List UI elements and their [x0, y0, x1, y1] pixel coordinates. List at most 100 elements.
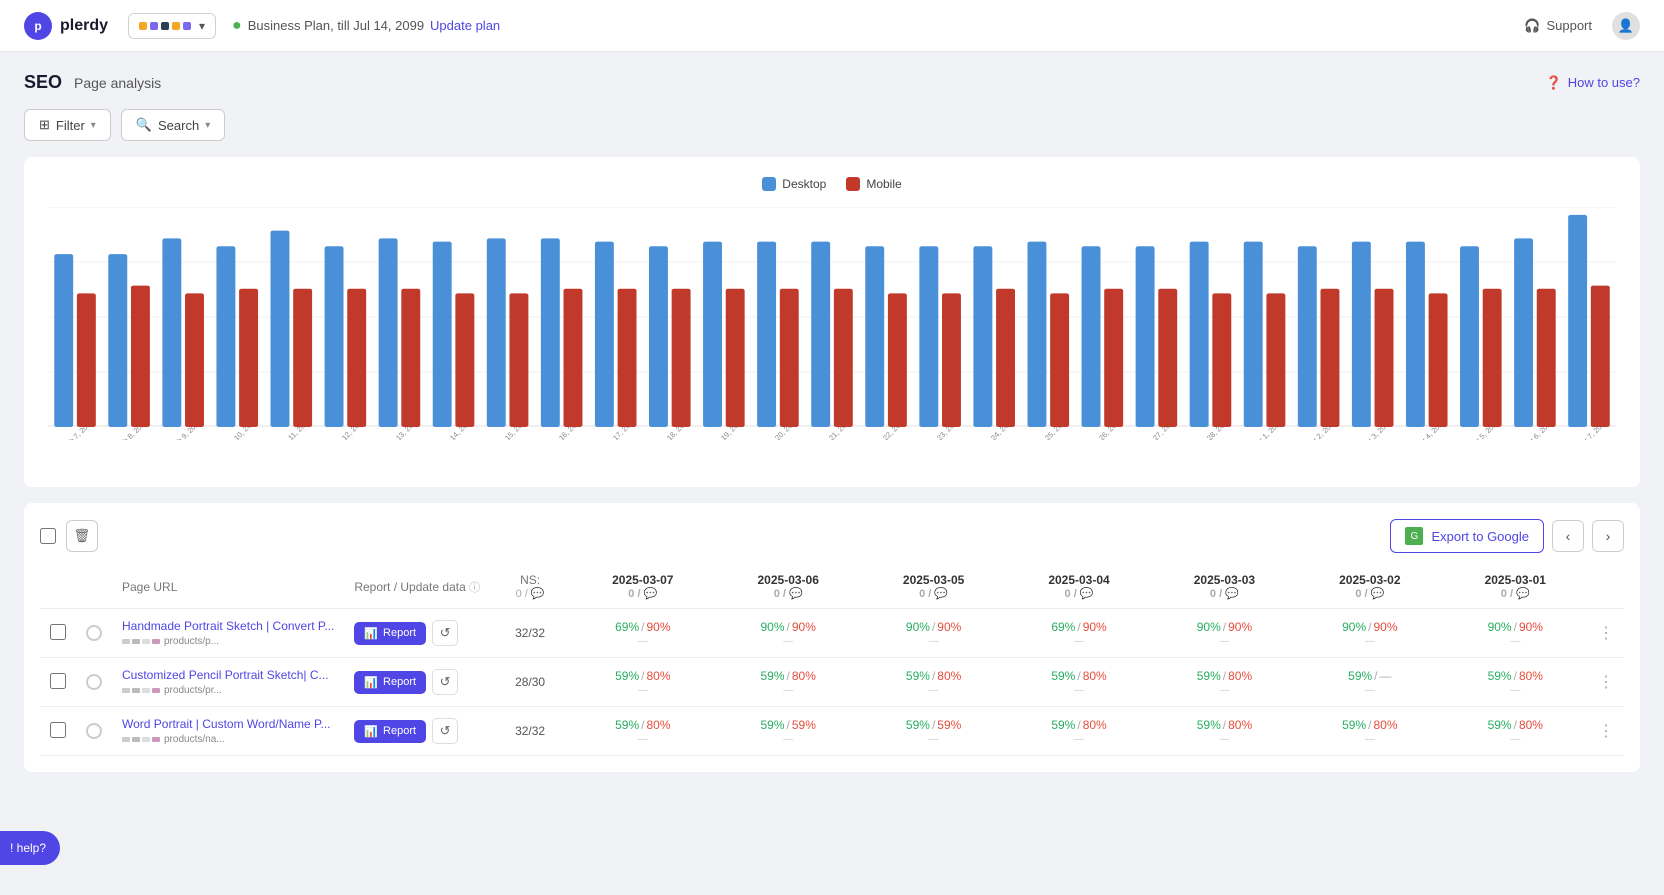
help-button[interactable]: ! help?	[0, 831, 60, 865]
x-axis-label: Feb 21, 2025	[813, 427, 858, 440]
chart-icon: 📊	[364, 676, 378, 689]
main-content: SEO Page analysis ❓ How to use? ⊞ Filter…	[0, 52, 1664, 792]
chart-legend: Desktop Mobile	[48, 177, 1616, 191]
score-cell-3: 59% / 80% —	[1006, 707, 1151, 756]
score-sub-pair: —	[1162, 734, 1287, 745]
plan-selector[interactable]: ▾	[128, 13, 216, 39]
row-checkbox[interactable]	[50, 722, 66, 738]
desktop-score: 59%	[1488, 718, 1512, 732]
score-pair: 90% / 90%	[726, 620, 851, 634]
col-ns: NS: 0 / 💬	[490, 565, 570, 609]
score-sub-pair: —	[1453, 734, 1578, 745]
mobile-checkbox[interactable]	[846, 177, 860, 191]
mobile-score: 80%	[646, 669, 670, 683]
user-icon: 👤	[1618, 18, 1634, 34]
score-cell-6: 90% / 90% —	[1443, 609, 1588, 658]
score-cell-4: 90% / 90% —	[1152, 609, 1297, 658]
refresh-icon: ↺	[440, 723, 451, 739]
score-sub-pair: —	[726, 636, 851, 647]
url-path: products/na...	[164, 734, 225, 745]
score-cell-1: 59% / 59% —	[716, 707, 861, 756]
how-to-use-button[interactable]: ❓ How to use?	[1546, 75, 1640, 91]
row-status-icon	[86, 674, 102, 690]
row-checkbox[interactable]	[50, 673, 66, 689]
table-toolbar-right: G Export to Google ‹ ›	[1390, 519, 1624, 553]
row-status-icon	[86, 723, 102, 739]
refresh-button[interactable]: ↺	[432, 718, 458, 744]
x-axis-label: Feb 26, 2025	[1083, 427, 1128, 440]
x-axis-label: Feb 9, 2025	[164, 427, 209, 440]
table-row: Customized Pencil Portrait Sketch| C... …	[40, 658, 1624, 707]
mobile-score: 90%	[646, 620, 670, 634]
x-axis-label: Mar 6, 2025	[1516, 427, 1561, 440]
x-axis-label: Feb 25, 2025	[1029, 427, 1074, 440]
mobile-score: 80%	[1519, 669, 1543, 683]
desktop-score: 59%	[1197, 669, 1221, 683]
plan-info: ● Business Plan, till Jul 14, 2099 Updat…	[232, 17, 500, 35]
score-pair: 90% / 90%	[1453, 620, 1578, 634]
row-checkbox[interactable]	[50, 624, 66, 640]
logo[interactable]: p plerdy	[24, 12, 108, 40]
plan-label-text: Business Plan, till Jul 14, 2099	[248, 18, 424, 33]
select-all-checkbox[interactable]	[40, 528, 56, 544]
score-cell-2: 90% / 90% —	[861, 609, 1006, 658]
search-label: Search	[158, 118, 199, 133]
export-to-google-button[interactable]: G Export to Google	[1390, 519, 1544, 553]
desktop-score: 59%	[615, 718, 639, 732]
url-dots	[122, 737, 160, 742]
data-table: Page URL Report / Update data ⓘ NS: 0 / …	[40, 565, 1624, 756]
score-pair: 59% / 80%	[1453, 669, 1578, 683]
desktop-checkbox[interactable]	[762, 177, 776, 191]
support-button[interactable]: 🎧 Support	[1524, 18, 1592, 34]
refresh-button[interactable]: ↺	[432, 620, 458, 646]
score-cell-3: 59% / 80% —	[1006, 658, 1151, 707]
chart-area: Feb 7, 2025Feb 8, 2025Feb 9, 2025Feb 10,…	[48, 207, 1616, 467]
update-plan-link[interactable]: Update plan	[430, 18, 500, 33]
mobile-score: 80%	[792, 669, 816, 683]
x-axis-label: Feb 15, 2025	[488, 427, 533, 440]
desktop-score: 90%	[1342, 620, 1366, 634]
prev-page-button[interactable]: ‹	[1552, 520, 1584, 552]
score-pair: 59% / 80%	[580, 718, 705, 732]
page-subtitle: Page analysis	[74, 75, 161, 91]
score-sub-pair: —	[1162, 636, 1287, 647]
page-title-link[interactable]: Customized Pencil Portrait Sketch| C...	[122, 668, 334, 682]
score-pair: 90% / 90%	[871, 620, 996, 634]
refresh-button[interactable]: ↺	[432, 669, 458, 695]
page-title-link[interactable]: Handmade Portrait Sketch | Convert P...	[122, 619, 334, 633]
page-title-link[interactable]: Word Portrait | Custom Word/Name P...	[122, 717, 334, 731]
more-icon[interactable]: ⋮	[1598, 625, 1614, 642]
google-sheets-icon: G	[1405, 527, 1423, 545]
table-row: Handmade Portrait Sketch | Convert P... …	[40, 609, 1624, 658]
score-pair: 59% / 80%	[1016, 718, 1141, 732]
score-cell-3: 69% / 90% —	[1006, 609, 1151, 658]
col-date-7: 2025-03-01 0 / 💬	[1443, 565, 1588, 609]
score-sub-pair: —	[871, 734, 996, 745]
url-dots	[122, 639, 160, 644]
row-status-icon	[86, 625, 102, 641]
user-avatar[interactable]: 👤	[1612, 12, 1640, 40]
more-icon[interactable]: ⋮	[1598, 723, 1614, 740]
next-page-button[interactable]: ›	[1592, 520, 1624, 552]
score-sub-pair: —	[726, 685, 851, 696]
col-page-url: Page URL	[112, 565, 344, 609]
report-button[interactable]: 📊 Report	[354, 671, 426, 694]
report-button[interactable]: 📊 Report	[354, 622, 426, 645]
score-cell-1: 59% / 80% —	[716, 658, 861, 707]
report-button[interactable]: 📊 Report	[354, 720, 426, 743]
search-button[interactable]: 🔍 Search ▾	[121, 109, 225, 141]
score-pair: 59% / 80%	[1162, 718, 1287, 732]
desktop-score: 59%	[761, 669, 785, 683]
desktop-legend-label: Desktop	[782, 177, 826, 191]
desktop-legend-item: Desktop	[762, 177, 826, 191]
ns-value: 32/32	[490, 707, 570, 756]
table-body: Handmade Portrait Sketch | Convert P... …	[40, 609, 1624, 756]
col-date-3: 2025-03-05 0 / 💬	[861, 565, 1006, 609]
score-pair: 59% / 80%	[1307, 718, 1432, 732]
more-icon[interactable]: ⋮	[1598, 674, 1614, 691]
score-cell-0: 59% / 80% —	[570, 707, 715, 756]
delete-button[interactable]: 🗑	[66, 520, 98, 552]
mobile-score: 80%	[1228, 669, 1252, 683]
filter-button[interactable]: ⊞ Filter ▾	[24, 109, 111, 141]
score-pair: 69% / 90%	[1016, 620, 1141, 634]
